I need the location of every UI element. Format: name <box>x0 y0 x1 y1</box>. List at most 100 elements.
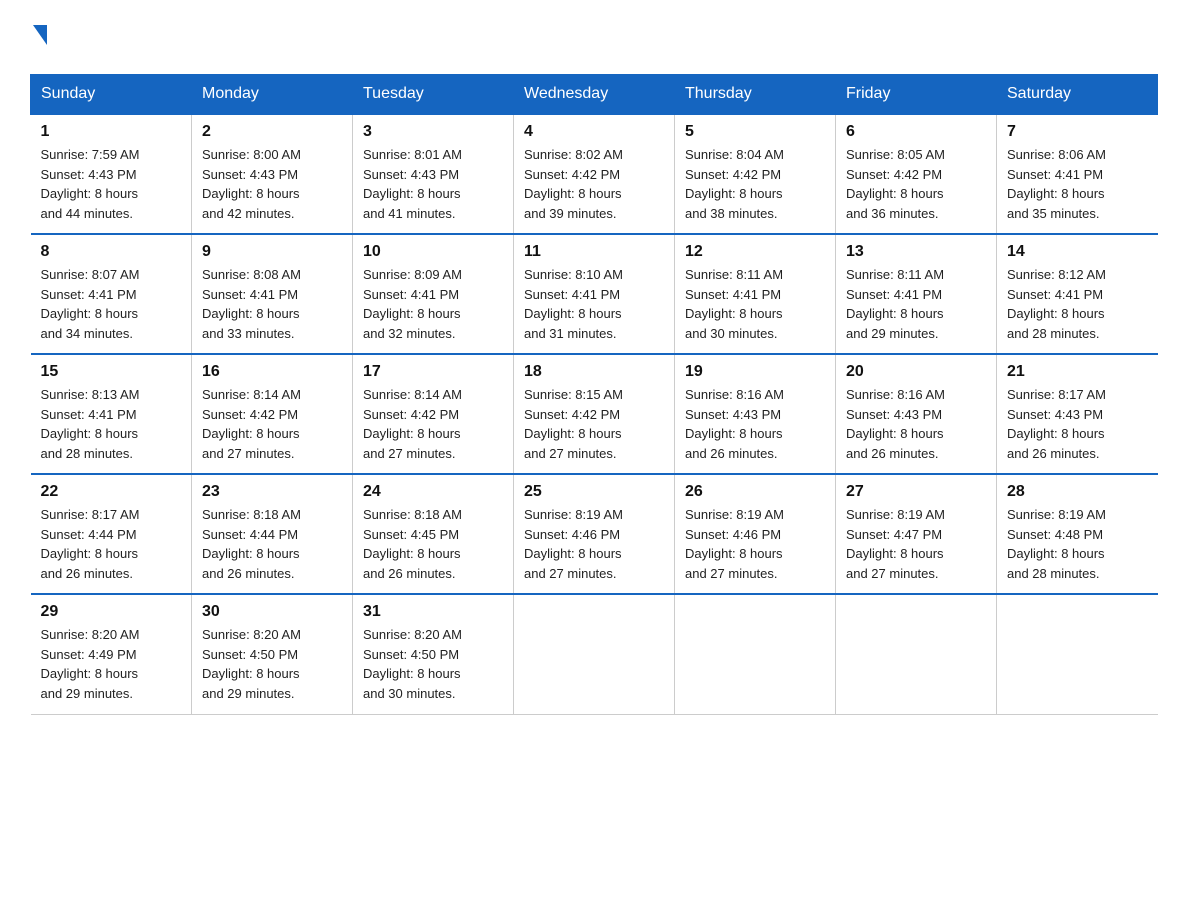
day-info: Sunrise: 8:16 AMSunset: 4:43 PMDaylight:… <box>846 387 945 461</box>
calendar-cell: 6 Sunrise: 8:05 AMSunset: 4:42 PMDayligh… <box>836 114 997 234</box>
calendar-cell: 26 Sunrise: 8:19 AMSunset: 4:46 PMDaylig… <box>675 474 836 594</box>
calendar-cell: 7 Sunrise: 8:06 AMSunset: 4:41 PMDayligh… <box>997 114 1158 234</box>
calendar-cell: 27 Sunrise: 8:19 AMSunset: 4:47 PMDaylig… <box>836 474 997 594</box>
header-day-sunday: Sunday <box>31 75 192 115</box>
day-number: 3 <box>363 123 503 141</box>
calendar-cell: 28 Sunrise: 8:19 AMSunset: 4:48 PMDaylig… <box>997 474 1158 594</box>
day-info: Sunrise: 8:18 AMSunset: 4:45 PMDaylight:… <box>363 507 462 581</box>
day-number: 8 <box>41 243 182 261</box>
calendar-cell: 3 Sunrise: 8:01 AMSunset: 4:43 PMDayligh… <box>353 114 514 234</box>
calendar-cell: 31 Sunrise: 8:20 AMSunset: 4:50 PMDaylig… <box>353 594 514 714</box>
calendar-cell: 16 Sunrise: 8:14 AMSunset: 4:42 PMDaylig… <box>192 354 353 474</box>
day-number: 29 <box>41 603 182 621</box>
day-info: Sunrise: 8:14 AMSunset: 4:42 PMDaylight:… <box>363 387 462 461</box>
day-number: 11 <box>524 243 664 261</box>
header-day-friday: Friday <box>836 75 997 115</box>
day-number: 30 <box>202 603 342 621</box>
day-number: 14 <box>1007 243 1148 261</box>
day-info: Sunrise: 8:02 AMSunset: 4:42 PMDaylight:… <box>524 147 623 221</box>
header-day-wednesday: Wednesday <box>514 75 675 115</box>
day-info: Sunrise: 8:20 AMSunset: 4:50 PMDaylight:… <box>363 627 462 701</box>
day-number: 2 <box>202 123 342 141</box>
day-number: 4 <box>524 123 664 141</box>
day-number: 12 <box>685 243 825 261</box>
day-number: 17 <box>363 363 503 381</box>
day-info: Sunrise: 8:11 AMSunset: 4:41 PMDaylight:… <box>685 267 783 341</box>
calendar-cell: 2 Sunrise: 8:00 AMSunset: 4:43 PMDayligh… <box>192 114 353 234</box>
day-number: 15 <box>41 363 182 381</box>
day-info: Sunrise: 8:20 AMSunset: 4:50 PMDaylight:… <box>202 627 301 701</box>
day-info: Sunrise: 8:15 AMSunset: 4:42 PMDaylight:… <box>524 387 623 461</box>
day-info: Sunrise: 8:13 AMSunset: 4:41 PMDaylight:… <box>41 387 140 461</box>
day-number: 6 <box>846 123 986 141</box>
calendar-cell: 9 Sunrise: 8:08 AMSunset: 4:41 PMDayligh… <box>192 234 353 354</box>
day-info: Sunrise: 8:09 AMSunset: 4:41 PMDaylight:… <box>363 267 462 341</box>
calendar-cell: 23 Sunrise: 8:18 AMSunset: 4:44 PMDaylig… <box>192 474 353 594</box>
day-info: Sunrise: 8:19 AMSunset: 4:46 PMDaylight:… <box>685 507 784 581</box>
week-row-5: 29 Sunrise: 8:20 AMSunset: 4:49 PMDaylig… <box>31 594 1158 714</box>
day-number: 24 <box>363 483 503 501</box>
day-number: 20 <box>846 363 986 381</box>
day-info: Sunrise: 8:08 AMSunset: 4:41 PMDaylight:… <box>202 267 301 341</box>
day-info: Sunrise: 8:04 AMSunset: 4:42 PMDaylight:… <box>685 147 784 221</box>
day-info: Sunrise: 8:18 AMSunset: 4:44 PMDaylight:… <box>202 507 301 581</box>
calendar-cell: 8 Sunrise: 8:07 AMSunset: 4:41 PMDayligh… <box>31 234 192 354</box>
day-number: 16 <box>202 363 342 381</box>
calendar-cell: 1 Sunrise: 7:59 AMSunset: 4:43 PMDayligh… <box>31 114 192 234</box>
calendar-cell: 15 Sunrise: 8:13 AMSunset: 4:41 PMDaylig… <box>31 354 192 474</box>
calendar-cell: 10 Sunrise: 8:09 AMSunset: 4:41 PMDaylig… <box>353 234 514 354</box>
day-number: 23 <box>202 483 342 501</box>
calendar-cell: 11 Sunrise: 8:10 AMSunset: 4:41 PMDaylig… <box>514 234 675 354</box>
day-info: Sunrise: 8:00 AMSunset: 4:43 PMDaylight:… <box>202 147 301 221</box>
calendar-cell <box>675 594 836 714</box>
day-info: Sunrise: 8:06 AMSunset: 4:41 PMDaylight:… <box>1007 147 1106 221</box>
calendar-cell: 4 Sunrise: 8:02 AMSunset: 4:42 PMDayligh… <box>514 114 675 234</box>
calendar-cell: 24 Sunrise: 8:18 AMSunset: 4:45 PMDaylig… <box>353 474 514 594</box>
week-row-2: 8 Sunrise: 8:07 AMSunset: 4:41 PMDayligh… <box>31 234 1158 354</box>
day-info: Sunrise: 8:17 AMSunset: 4:43 PMDaylight:… <box>1007 387 1106 461</box>
header-day-saturday: Saturday <box>997 75 1158 115</box>
day-number: 7 <box>1007 123 1148 141</box>
day-info: Sunrise: 8:10 AMSunset: 4:41 PMDaylight:… <box>524 267 623 341</box>
week-row-4: 22 Sunrise: 8:17 AMSunset: 4:44 PMDaylig… <box>31 474 1158 594</box>
day-info: Sunrise: 8:19 AMSunset: 4:48 PMDaylight:… <box>1007 507 1106 581</box>
calendar-cell <box>514 594 675 714</box>
logo-triangle-icon <box>33 25 47 45</box>
day-number: 10 <box>363 243 503 261</box>
header-day-thursday: Thursday <box>675 75 836 115</box>
calendar-cell <box>997 594 1158 714</box>
calendar-cell: 30 Sunrise: 8:20 AMSunset: 4:50 PMDaylig… <box>192 594 353 714</box>
day-number: 1 <box>41 123 182 141</box>
calendar-cell: 14 Sunrise: 8:12 AMSunset: 4:41 PMDaylig… <box>997 234 1158 354</box>
calendar-table: SundayMondayTuesdayWednesdayThursdayFrid… <box>30 74 1158 715</box>
calendar-cell: 20 Sunrise: 8:16 AMSunset: 4:43 PMDaylig… <box>836 354 997 474</box>
day-info: Sunrise: 8:19 AMSunset: 4:46 PMDaylight:… <box>524 507 623 581</box>
calendar-cell: 13 Sunrise: 8:11 AMSunset: 4:41 PMDaylig… <box>836 234 997 354</box>
day-info: Sunrise: 8:01 AMSunset: 4:43 PMDaylight:… <box>363 147 462 221</box>
calendar-cell: 17 Sunrise: 8:14 AMSunset: 4:42 PMDaylig… <box>353 354 514 474</box>
day-number: 22 <box>41 483 182 501</box>
calendar-cell <box>836 594 997 714</box>
day-number: 26 <box>685 483 825 501</box>
calendar-header-row: SundayMondayTuesdayWednesdayThursdayFrid… <box>31 75 1158 115</box>
logo <box>30 20 47 54</box>
calendar-cell: 18 Sunrise: 8:15 AMSunset: 4:42 PMDaylig… <box>514 354 675 474</box>
day-number: 31 <box>363 603 503 621</box>
header-day-monday: Monday <box>192 75 353 115</box>
day-number: 21 <box>1007 363 1148 381</box>
day-info: Sunrise: 8:07 AMSunset: 4:41 PMDaylight:… <box>41 267 140 341</box>
day-number: 28 <box>1007 483 1148 501</box>
week-row-3: 15 Sunrise: 8:13 AMSunset: 4:41 PMDaylig… <box>31 354 1158 474</box>
calendar-cell: 21 Sunrise: 8:17 AMSunset: 4:43 PMDaylig… <box>997 354 1158 474</box>
calendar-cell: 5 Sunrise: 8:04 AMSunset: 4:42 PMDayligh… <box>675 114 836 234</box>
page-header <box>30 20 1158 54</box>
day-info: Sunrise: 8:11 AMSunset: 4:41 PMDaylight:… <box>846 267 944 341</box>
calendar-cell: 19 Sunrise: 8:16 AMSunset: 4:43 PMDaylig… <box>675 354 836 474</box>
calendar-cell: 29 Sunrise: 8:20 AMSunset: 4:49 PMDaylig… <box>31 594 192 714</box>
day-number: 19 <box>685 363 825 381</box>
calendar-cell: 22 Sunrise: 8:17 AMSunset: 4:44 PMDaylig… <box>31 474 192 594</box>
day-info: Sunrise: 8:20 AMSunset: 4:49 PMDaylight:… <box>41 627 140 701</box>
day-number: 13 <box>846 243 986 261</box>
day-number: 25 <box>524 483 664 501</box>
day-number: 9 <box>202 243 342 261</box>
